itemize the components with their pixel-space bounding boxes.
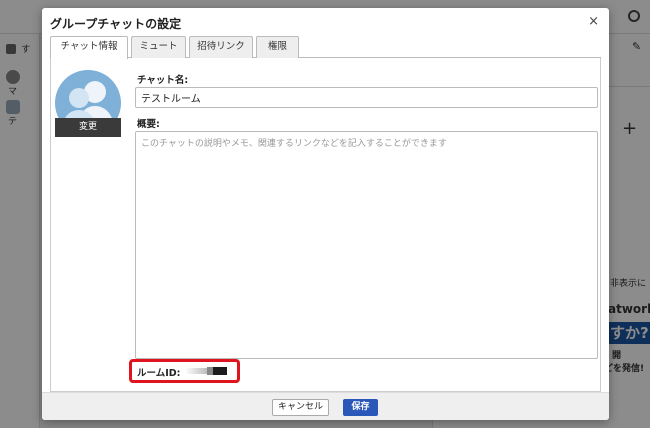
close-icon[interactable]: × bbox=[588, 14, 599, 29]
room-id-label: ルームID: bbox=[137, 368, 181, 379]
dialog-header: グループチャットの設定 × bbox=[42, 8, 609, 38]
dialog-footer: キャンセル 保存 bbox=[42, 392, 609, 420]
dialog-title: グループチャットの設定 bbox=[50, 17, 182, 31]
tab-invite-link[interactable]: 招待リンク bbox=[189, 36, 253, 58]
cancel-button[interactable]: キャンセル bbox=[272, 399, 329, 416]
group-chat-settings-dialog: グループチャットの設定 × チャット情報 ミュート 招待リンク 権限 変更 チャ… bbox=[42, 8, 609, 420]
chat-name-label: チャット名: bbox=[137, 75, 189, 86]
settings-tabs: チャット情報 ミュート 招待リンク 権限 bbox=[50, 36, 601, 59]
tab-permissions[interactable]: 権限 bbox=[256, 36, 299, 58]
tab-chat-info[interactable]: チャット情報 bbox=[50, 36, 128, 59]
change-avatar-button[interactable]: 変更 bbox=[55, 118, 121, 137]
room-id-value-redacted bbox=[185, 366, 227, 375]
save-button[interactable]: 保存 bbox=[343, 399, 378, 416]
tab-mute[interactable]: ミュート bbox=[131, 36, 186, 58]
room-id-highlight: ルームID: bbox=[129, 359, 240, 383]
chat-info-panel: 変更 チャット名: 概要: ルームID: bbox=[50, 58, 601, 392]
chat-name-input[interactable] bbox=[135, 87, 598, 108]
description-label: 概要: bbox=[137, 119, 160, 130]
description-textarea[interactable] bbox=[135, 131, 598, 359]
